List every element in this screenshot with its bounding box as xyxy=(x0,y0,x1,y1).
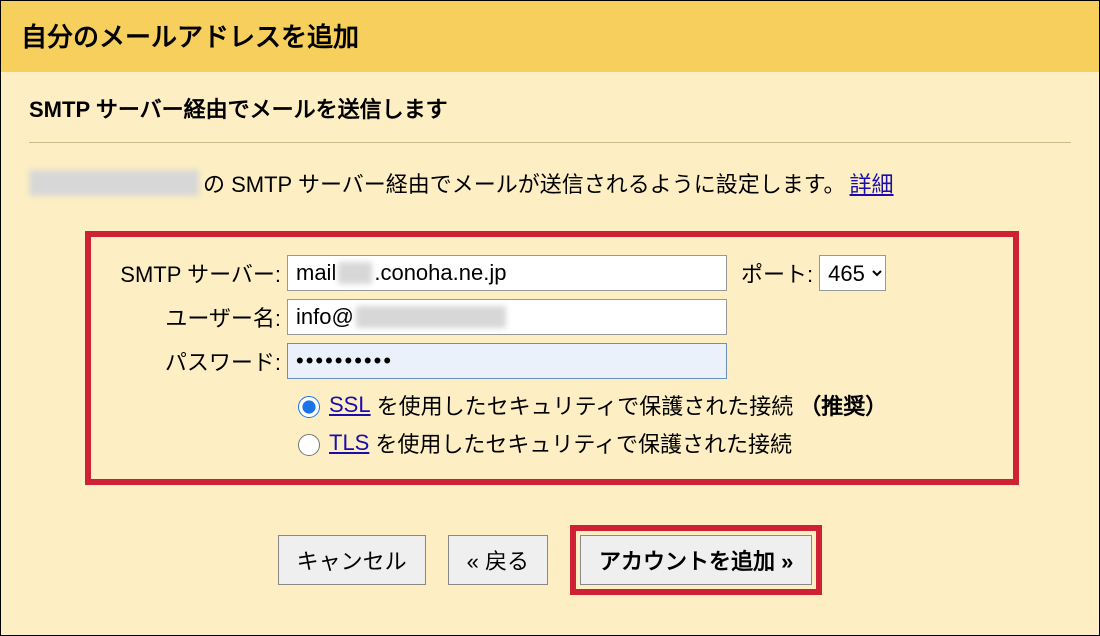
redacted-server-part xyxy=(338,262,372,284)
tls-link[interactable]: TLS xyxy=(329,430,369,456)
username-input[interactable]: info@ xyxy=(287,299,727,335)
redacted-username-part xyxy=(356,306,506,328)
dialog-subtitle: SMTP サーバー経由でメールを送信します xyxy=(29,92,1071,124)
password-label: パスワード: xyxy=(107,345,287,377)
smtp-form-box: SMTP サーバー: mail .conoha.ne.jp ポート: 465 ユ… xyxy=(85,231,1019,485)
port-select[interactable]: 465 xyxy=(819,255,886,291)
port-label: ポート: xyxy=(741,257,813,289)
server-label: SMTP サーバー: xyxy=(107,257,287,289)
smtp-server-input[interactable]: mail .conoha.ne.jp xyxy=(287,255,727,291)
primary-button-highlight: アカウントを追加 » xyxy=(570,525,822,595)
ssl-text: を使用したセキュリティで保護された接続 xyxy=(377,389,794,421)
cancel-button[interactable]: キャンセル xyxy=(278,535,426,585)
tls-text: を使用したセキュリティで保護された接続 xyxy=(375,427,792,459)
username-label: ユーザー名: xyxy=(107,301,287,333)
back-button[interactable]: « 戻る xyxy=(448,535,548,585)
redacted-domain xyxy=(29,170,199,196)
dialog-content: SMTP サーバー経由でメールを送信します の SMTP サーバー経由でメールが… xyxy=(1,72,1099,635)
separator xyxy=(29,142,1071,143)
server-row: SMTP サーバー: mail .conoha.ne.jp ポート: 465 xyxy=(107,255,997,291)
add-account-button[interactable]: アカウントを追加 » xyxy=(580,535,812,585)
username-row: ユーザー名: info@ xyxy=(107,299,997,335)
server-suffix: .conoha.ne.jp xyxy=(374,260,506,286)
ssl-radio[interactable] xyxy=(298,396,320,418)
button-row: キャンセル « 戻る アカウントを追加 » xyxy=(29,525,1071,595)
ssl-link[interactable]: SSL xyxy=(329,392,371,418)
ssl-recommended: （推奨） xyxy=(799,389,887,421)
tls-radio-row: TLS を使用したセキュリティで保護された接続 xyxy=(293,427,997,459)
password-input[interactable] xyxy=(287,343,727,379)
username-prefix: info@ xyxy=(296,304,354,330)
description-text: の SMTP サーバー経由でメールが送信されるように設定します。 xyxy=(203,167,846,199)
ssl-radio-row: SSL を使用したセキュリティで保護された接続 （推奨） xyxy=(293,389,997,421)
tls-radio[interactable] xyxy=(298,434,320,456)
dialog-title: 自分のメールアドレスを追加 xyxy=(21,17,1079,54)
learn-more-link[interactable]: 詳細 xyxy=(850,167,894,199)
description-row: の SMTP サーバー経由でメールが送信されるように設定します。 詳細 xyxy=(29,167,1071,199)
server-prefix: mail xyxy=(296,260,336,286)
add-email-dialog: 自分のメールアドレスを追加 SMTP サーバー経由でメールを送信します の SM… xyxy=(0,0,1100,636)
dialog-header: 自分のメールアドレスを追加 xyxy=(1,1,1099,72)
password-row: パスワード: xyxy=(107,343,997,379)
